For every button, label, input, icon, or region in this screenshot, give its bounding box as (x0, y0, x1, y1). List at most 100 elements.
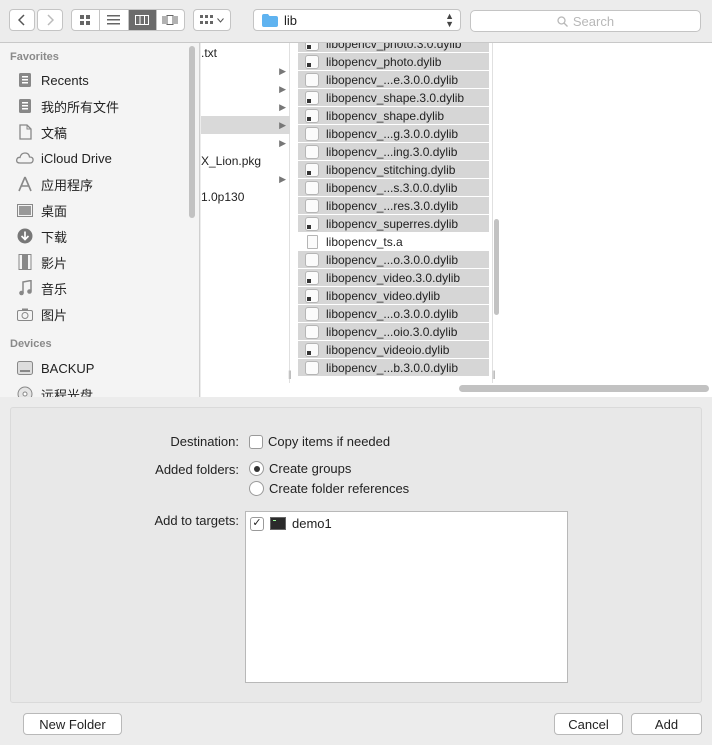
create-folder-references-option[interactable]: Create folder references (249, 481, 409, 496)
create-folder-references-radio[interactable] (249, 481, 264, 496)
column-resize-handle[interactable]: || (492, 369, 496, 379)
list-item[interactable]: ▶ (201, 80, 290, 98)
file-name: libopencv_...b.3.0.0.dylib (326, 360, 459, 375)
radio-dot (253, 465, 260, 472)
dylib-file-icon (305, 90, 319, 105)
list-item-selected[interactable]: ▶ (201, 116, 290, 134)
file-list-item[interactable]: libopencv_...e.3.0.0.dylib (298, 71, 489, 88)
disc-icon (16, 385, 34, 397)
file-list-item[interactable]: libopencv_...b.3.0.0.dylib (298, 359, 489, 376)
recents-icon (16, 71, 34, 89)
list-item[interactable]: ▶ (201, 62, 290, 80)
file-name: libopencv_video.dylib (326, 288, 441, 303)
cancel-button[interactable]: Cancel (554, 713, 623, 735)
create-groups-radio[interactable] (249, 461, 264, 476)
search-placeholder: Search (572, 13, 615, 29)
sidebar-item-recents[interactable]: Recents (16, 69, 89, 91)
file-list-item[interactable]: libopencv_...g.3.0.0.dylib (298, 125, 489, 142)
cover-flow-view-button[interactable] (157, 10, 184, 30)
targets-list: ✓ demo1 (245, 511, 568, 683)
target-row[interactable]: ✓ demo1 (250, 516, 332, 531)
dylib-file-icon (305, 198, 319, 213)
target-checkbox[interactable]: ✓ (250, 516, 264, 531)
file-list-item[interactable]: libopencv_shape.3.0.dylib (298, 89, 489, 106)
file-list-item[interactable]: libopencv_...oio.3.0.dylib (298, 323, 489, 340)
file-list-item[interactable]: libopencv_superres.dylib (298, 215, 489, 232)
exec-badge-icon (307, 62, 311, 67)
file-list-item[interactable]: libopencv_shape.dylib (298, 107, 489, 124)
view-mode-segmented-control (71, 9, 185, 31)
sidebar-item-remote-disc[interactable]: 远程光盘 (16, 383, 93, 397)
download-icon (16, 227, 34, 245)
options-panel: Destination: Copy items if needed Added … (10, 407, 702, 703)
file-list-item[interactable]: libopencv_...res.3.0.dylib (298, 197, 489, 214)
file-name: libopencv_superres.dylib (326, 216, 459, 231)
file-list-item[interactable]: libopencv_...o.3.0.0.dylib (298, 305, 489, 322)
file-list-item[interactable]: libopencv_ts.a (298, 233, 489, 250)
back-button[interactable] (9, 9, 35, 31)
add-button[interactable]: Add (631, 713, 702, 735)
chevron-down-icon (217, 17, 224, 23)
file-column-scrollbar[interactable] (494, 219, 499, 315)
file-name: libopencv_...e.3.0.0.dylib (326, 72, 459, 87)
copy-items-checkbox[interactable] (249, 434, 263, 449)
exec-badge-icon (307, 44, 311, 49)
file-list-item[interactable]: libopencv_video.dylib (298, 287, 489, 304)
path-label: lib (284, 12, 298, 28)
file-list-item[interactable]: libopencv_stitching.dylib (298, 161, 489, 178)
file-name: libopencv_...ing.3.0.dylib (326, 144, 458, 159)
sidebar-item-documents[interactable]: 文稿 (16, 121, 67, 143)
create-groups-option[interactable]: Create groups (249, 461, 351, 476)
search-field[interactable]: Search (470, 10, 701, 32)
sidebar-item-all-files[interactable]: 我的所有文件 (16, 95, 119, 117)
sidebar-item-backup[interactable]: BACKUP (16, 357, 94, 379)
disclosure-chevron-icon: ▶ (279, 83, 286, 94)
path-popup[interactable]: lib ▲ ▼ (253, 9, 461, 31)
list-item[interactable]: ▶ (201, 98, 290, 116)
column-view-button[interactable] (128, 10, 157, 30)
list-item[interactable]: 1.0p130 (201, 188, 290, 206)
exec-badge-icon (307, 116, 311, 121)
disclosure-chevron-icon: ▶ (279, 101, 286, 112)
icon-view-button[interactable] (72, 10, 101, 30)
file-column: libopencv_photo.3.0.dylib libopencv_photo… (298, 43, 493, 383)
sidebar-item-downloads[interactable]: 下载 (16, 225, 67, 247)
sidebar-item-icloud-drive[interactable]: iCloud Drive (16, 147, 112, 169)
copy-items-option[interactable]: Copy items if needed (249, 434, 390, 449)
sidebar-item-desktop[interactable]: 桌面 (16, 199, 67, 221)
file-list-item[interactable]: libopencv_...s.3.0.0.dylib (298, 179, 489, 196)
new-folder-button[interactable]: New Folder (23, 713, 122, 735)
sidebar-item-label: 影片 (41, 255, 68, 271)
file-list-item[interactable]: libopencv_video.3.0.dylib (298, 269, 489, 286)
list-item[interactable]: .txt (201, 44, 290, 62)
list-item[interactable]: X_Lion.pkg (201, 152, 290, 170)
sidebar-item-music[interactable]: 音乐 (16, 277, 67, 299)
disclosure-chevron-icon: ▶ (279, 137, 286, 148)
file-list-item[interactable]: libopencv_...o.3.0.0.dylib (298, 251, 489, 268)
forward-button[interactable] (37, 9, 63, 31)
file-list-item[interactable]: libopencv_photo.3.0.dylib (298, 43, 489, 52)
column-resize-handle[interactable]: || (288, 369, 292, 379)
sidebar-item-label: BACKUP (41, 360, 95, 376)
arrange-button[interactable] (193, 9, 231, 31)
file-name: libopencv_...s.3.0.0.dylib (326, 180, 458, 195)
sidebar-item-label: 远程光盘 (41, 387, 94, 398)
sidebar-item-applications[interactable]: 应用程序 (16, 173, 93, 195)
music-note-icon (16, 279, 34, 297)
sidebar-item-pictures[interactable]: 图片 (16, 303, 67, 325)
file-name: libopencv_...o.3.0.0.dylib (326, 252, 459, 267)
dylib-file-icon (305, 342, 319, 357)
horizontal-scrollbar[interactable] (459, 385, 709, 392)
list-item[interactable]: ▶ (201, 170, 290, 188)
sidebar-item-movies[interactable]: 影片 (16, 251, 67, 273)
file-list-item[interactable]: libopencv_...ing.3.0.dylib (298, 143, 489, 160)
sidebar-scrollbar[interactable] (189, 46, 195, 218)
item-label: X_Lion.pkg (201, 154, 262, 168)
list-item[interactable]: ▶ (201, 134, 290, 152)
sidebar: Favorites Recents 我的所有文件 文稿 iCloud Drive… (0, 43, 200, 397)
dylib-file-icon (305, 144, 319, 159)
documents-icon (16, 123, 34, 141)
file-list-item[interactable]: libopencv_videoio.dylib (298, 341, 489, 358)
list-view-button[interactable] (100, 10, 129, 30)
file-list-item[interactable]: libopencv_photo.dylib (298, 53, 489, 70)
